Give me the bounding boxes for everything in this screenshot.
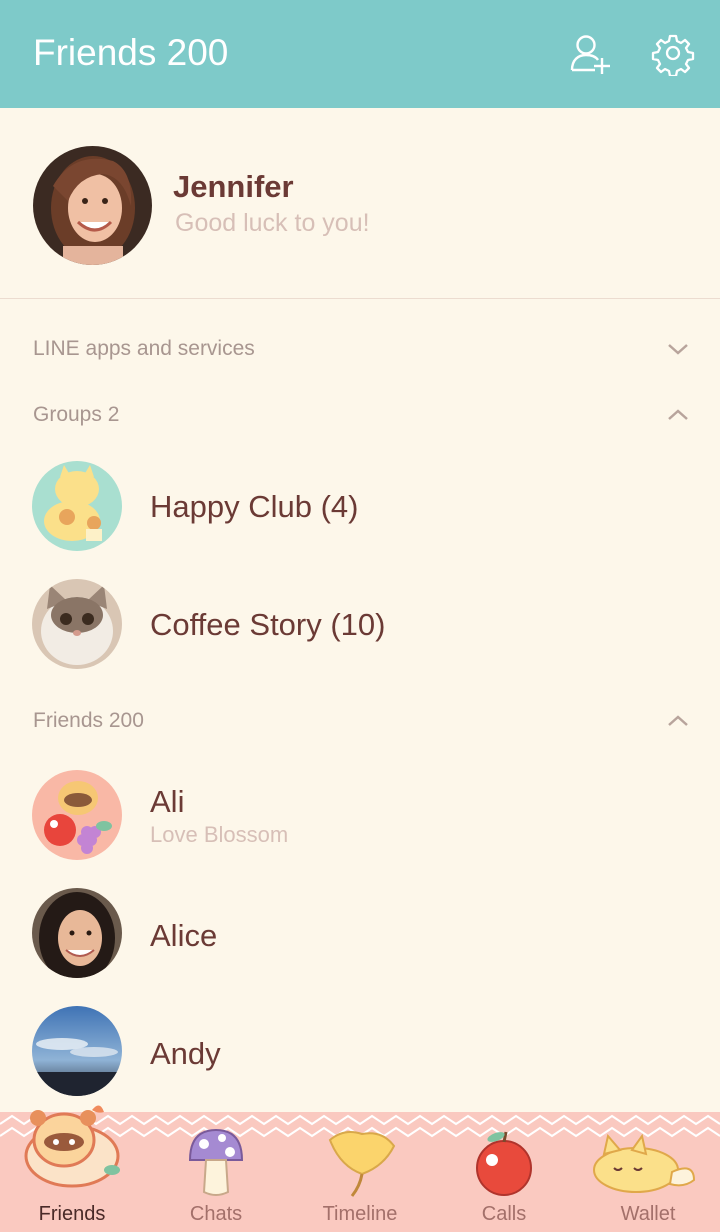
app-header: Friends 200 bbox=[0, 0, 720, 108]
cat-icon bbox=[593, 1133, 696, 1193]
section-label: LINE apps and services bbox=[33, 337, 255, 360]
tab-label: Friends bbox=[38, 1203, 106, 1225]
friend-avatar bbox=[32, 770, 122, 860]
group-avatar bbox=[32, 461, 122, 551]
my-profile[interactable]: Jennifer Good luck to you! bbox=[0, 108, 720, 299]
tab-timeline[interactable]: Timeline bbox=[288, 1112, 432, 1232]
chevron-down-icon bbox=[668, 344, 688, 355]
apple-icon bbox=[476, 1131, 532, 1196]
friend-name: Alice bbox=[150, 918, 218, 953]
profile-avatar bbox=[33, 146, 152, 265]
group-name: Coffee Story (10) bbox=[150, 607, 386, 642]
group-name: Happy Club (4) bbox=[150, 489, 359, 524]
friend-name: Andy bbox=[150, 1036, 221, 1071]
tab-label: Calls bbox=[481, 1203, 527, 1225]
gear-icon bbox=[651, 34, 695, 78]
section-label: Friends 200 bbox=[33, 709, 144, 732]
friend-avatar bbox=[32, 888, 122, 978]
section-groups[interactable]: Groups 2 bbox=[0, 391, 720, 441]
tab-wallet[interactable]: Wallet bbox=[576, 1112, 720, 1232]
add-friend-button[interactable] bbox=[566, 30, 612, 76]
tab-label: Chats bbox=[189, 1203, 243, 1225]
page-title: Friends 200 bbox=[33, 32, 229, 73]
chevron-up-icon bbox=[668, 715, 688, 726]
friend-avatar bbox=[32, 1006, 122, 1096]
tab-chats[interactable]: Chats bbox=[144, 1112, 288, 1232]
group-row[interactable]: Coffee Story (10) bbox=[0, 569, 720, 679]
mushroom-icon bbox=[188, 1128, 244, 1196]
bottom-tab-bar: Friends Chats Timeline Calls Wallet bbox=[0, 1105, 720, 1232]
tanuki-icon bbox=[24, 1105, 120, 1188]
friend-row[interactable]: Andy bbox=[0, 996, 720, 1106]
ginkgo-leaf-icon bbox=[328, 1131, 396, 1197]
profile-name: Jennifer bbox=[173, 169, 294, 204]
add-friend-icon bbox=[570, 35, 610, 74]
tab-calls[interactable]: Calls bbox=[432, 1112, 576, 1232]
profile-status-message: Good luck to you! bbox=[175, 209, 370, 237]
friend-name: Ali bbox=[150, 784, 185, 819]
friend-row[interactable]: Alice bbox=[0, 878, 720, 988]
settings-button[interactable] bbox=[650, 30, 696, 78]
group-avatar bbox=[32, 579, 122, 669]
tab-label: Timeline bbox=[322, 1203, 398, 1225]
section-services[interactable]: LINE apps and services bbox=[0, 325, 720, 375]
tab-friends[interactable]: Friends bbox=[0, 1105, 144, 1232]
group-row[interactable]: Happy Club (4) bbox=[0, 451, 720, 561]
friend-status-message: Love Blossom bbox=[150, 822, 289, 847]
section-friends[interactable]: Friends 200 bbox=[0, 697, 720, 747]
section-label: Groups 2 bbox=[33, 403, 120, 426]
tab-label: Wallet bbox=[620, 1203, 676, 1225]
chevron-up-icon bbox=[668, 409, 688, 420]
friend-row[interactable]: Ali Love Blossom bbox=[0, 760, 720, 870]
